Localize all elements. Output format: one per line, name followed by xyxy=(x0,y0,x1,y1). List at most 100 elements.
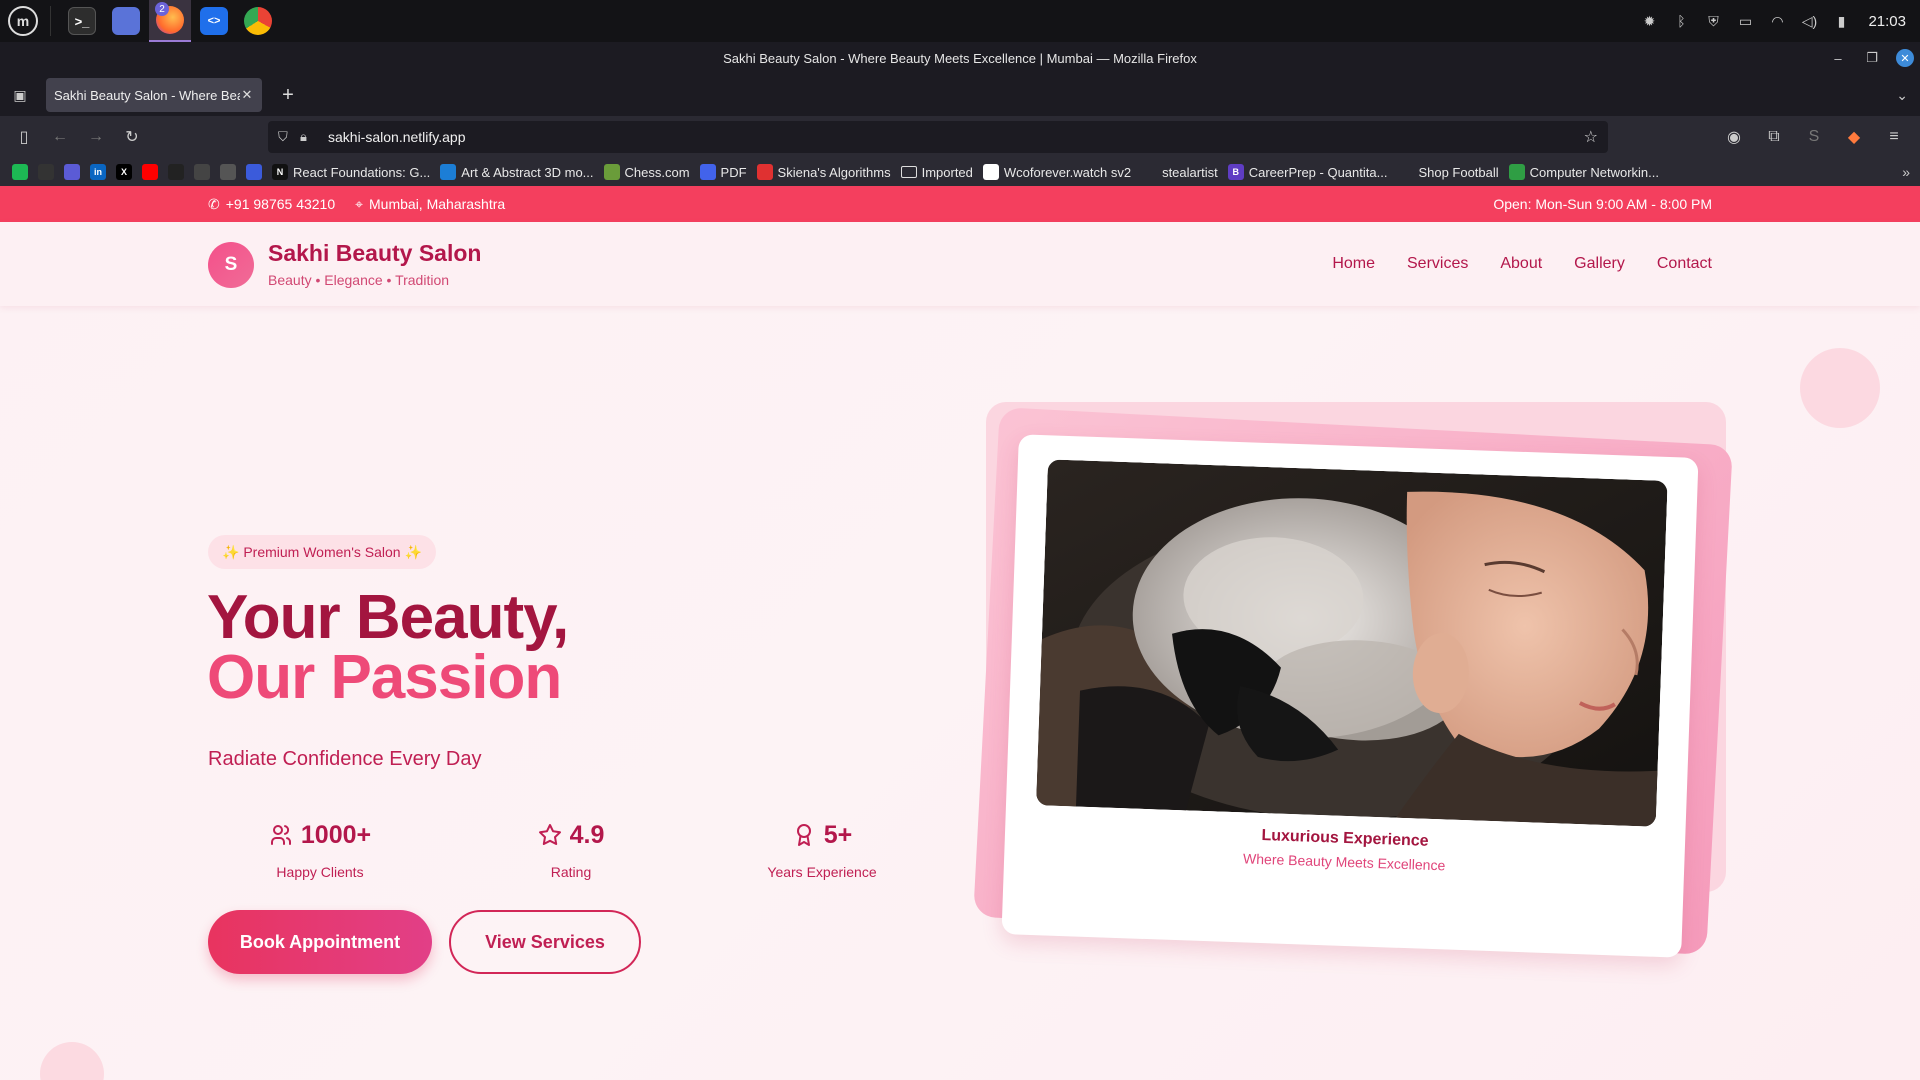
taskbar-terminal[interactable]: >_ xyxy=(61,0,103,42)
view-services-button[interactable]: View Services xyxy=(449,910,641,974)
volume-icon[interactable]: ◁) xyxy=(1800,12,1818,30)
forward-icon[interactable]: → xyxy=(78,120,114,154)
nav-services[interactable]: Services xyxy=(1407,255,1468,273)
taskbar-separator xyxy=(50,6,51,36)
stat-years-experience: 5+ Years Experience xyxy=(742,818,902,881)
url-bar[interactable]: ⛉ 🔒︎ sakhi-salon.netlify.app ☆ xyxy=(268,121,1608,153)
shield-icon[interactable]: ⛨ xyxy=(1704,12,1722,30)
bookmark-favicon-icon xyxy=(142,164,158,180)
bookmark-favicon-icon xyxy=(1508,164,1525,180)
phone-info[interactable]: ✆ +91 98765 43210 xyxy=(208,196,335,213)
back-icon[interactable]: ← xyxy=(42,120,78,154)
bookmark-item[interactable]: stealartist xyxy=(1141,164,1218,180)
phone-icon: ✆ xyxy=(208,195,220,212)
clock[interactable]: 21:03 xyxy=(1868,13,1906,30)
bookmark-favicon-icon xyxy=(982,164,999,180)
bookmark-favicon-icon xyxy=(12,164,28,180)
nav-gallery[interactable]: Gallery xyxy=(1574,255,1625,273)
bookmark-item[interactable]: Imported xyxy=(900,165,973,180)
contact-topbar: ✆ +91 98765 43210 ⌖ Mumbai, Maharashtra … xyxy=(0,186,1920,222)
account-icon[interactable]: ◉ xyxy=(1716,120,1752,154)
bookmark-favicon-icon xyxy=(440,164,457,180)
brand-name[interactable]: Sakhi Beauty Salon xyxy=(268,240,481,267)
location-info: ⌖ Mumbai, Maharashtra xyxy=(355,196,505,213)
new-tab-icon[interactable]: + xyxy=(270,77,306,113)
close-icon[interactable]: ✕ xyxy=(1896,49,1914,67)
bookmark-item[interactable]: X xyxy=(116,164,132,180)
location-text: Mumbai, Maharashtra xyxy=(369,196,506,212)
mint-logo-icon: m xyxy=(8,6,38,36)
firefox-view-icon[interactable]: ▣ xyxy=(0,74,40,116)
star-icon xyxy=(538,824,561,845)
bluetooth-icon[interactable]: ᛒ xyxy=(1672,12,1690,30)
book-appointment-button[interactable]: Book Appointment xyxy=(208,910,432,974)
lock-icon[interactable]: 🔒︎ xyxy=(300,129,322,145)
bookmark-item[interactable]: PDF xyxy=(699,164,747,180)
bookmark-item[interactable] xyxy=(194,164,210,180)
bookmark-item[interactable]: Art & Abstract 3D mo... xyxy=(440,164,594,180)
extension-fox-icon[interactable]: ◆ xyxy=(1836,120,1872,154)
bookmark-label: stealartist xyxy=(1162,164,1218,180)
brightness-icon[interactable]: ✹ xyxy=(1640,12,1658,30)
window-titlebar: Sakhi Beauty Salon - Where Beauty Meets … xyxy=(0,42,1920,74)
tab-list-chevron-icon[interactable]: ⌄ xyxy=(1896,74,1908,116)
tab-title: Sakhi Beauty Salon - Where Beauty Meets … xyxy=(54,87,240,103)
url-text[interactable]: sakhi-salon.netlify.app xyxy=(328,129,465,145)
bookmark-item[interactable]: B CareerPrep - Quantita... xyxy=(1227,164,1388,180)
window-count-badge: 2 xyxy=(155,2,169,16)
taskbar-firefox[interactable]: 2 xyxy=(149,0,191,42)
main-nav: Home Services About Gallery Contact xyxy=(1332,222,1712,306)
bookmark-favicon-icon xyxy=(194,164,210,180)
bookmark-item[interactable] xyxy=(246,164,262,180)
bookmark-favicon-icon: N xyxy=(272,164,288,180)
extensions-icon[interactable]: ⧉ xyxy=(1756,120,1792,154)
taskbar-vscode[interactable]: <> xyxy=(193,0,235,42)
bookmark-item[interactable]: Skiena's Algorithms xyxy=(756,164,891,180)
logo[interactable]: S xyxy=(208,242,254,288)
bookmark-favicon-icon: B xyxy=(1227,164,1244,180)
bookmark-item[interactable] xyxy=(142,164,158,180)
nav-about[interactable]: About xyxy=(1500,255,1542,273)
bookmark-item[interactable]: N React Foundations: G... xyxy=(272,164,430,180)
bookmark-item[interactable] xyxy=(220,164,236,180)
bookmark-item[interactable]: Shop Football xyxy=(1397,164,1499,180)
nav-contact[interactable]: Contact xyxy=(1657,255,1712,273)
maximize-icon[interactable]: ❐ xyxy=(1862,48,1882,68)
minimize-icon[interactable]: – xyxy=(1828,48,1848,68)
decorative-circle xyxy=(40,1042,104,1080)
battery-icon[interactable]: ▮ xyxy=(1832,12,1850,30)
bookmark-label: React Foundations: G... xyxy=(293,164,431,180)
bookmark-item[interactable] xyxy=(12,164,28,180)
wifi-icon[interactable]: ◠ xyxy=(1768,12,1786,30)
reload-icon[interactable]: ↻ xyxy=(114,120,150,154)
tab-bar: ▣ Sakhi Beauty Salon - Where Beauty Meet… xyxy=(0,74,1920,116)
tracking-shield-icon[interactable]: ⛉ xyxy=(278,129,300,145)
bookmarks-overflow-icon[interactable]: » xyxy=(1902,164,1910,180)
brand-tagline: Beauty • Elegance • Tradition xyxy=(268,272,450,288)
bookmark-label: CareerPrep - Quantita... xyxy=(1248,164,1388,180)
extension-s-icon[interactable]: S xyxy=(1796,120,1832,154)
bookmark-label: Shop Football xyxy=(1418,164,1499,180)
bookmark-item[interactable] xyxy=(168,164,184,180)
stat-label: Rating xyxy=(550,864,592,880)
bookmark-item[interactable] xyxy=(64,164,80,180)
premium-badge: ✨ Premium Women's Salon ✨ xyxy=(208,535,436,569)
nav-home[interactable]: Home xyxy=(1332,255,1375,273)
bookmark-item[interactable]: Wcoforever.watch sv2 xyxy=(982,164,1131,180)
bookmark-favicon-icon xyxy=(603,164,620,180)
bookmark-item[interactable] xyxy=(38,164,54,180)
sidebar-toggle-icon[interactable]: ▯ xyxy=(6,120,42,154)
bookmark-item[interactable]: in xyxy=(90,164,106,180)
bookmark-item[interactable]: Chess.com xyxy=(603,164,690,180)
os-menu-button[interactable]: m xyxy=(0,0,46,42)
tab-active[interactable]: Sakhi Beauty Salon - Where Beauty Meets … xyxy=(46,78,262,112)
folder-icon xyxy=(112,7,140,35)
bookmark-star-icon[interactable]: ☆ xyxy=(1584,127,1598,147)
tab-close-icon[interactable]: ✕ xyxy=(240,87,254,103)
menu-hamburger-icon[interactable]: ≡ xyxy=(1876,120,1912,154)
network-icon[interactable]: ▭ xyxy=(1736,12,1754,30)
terminal-icon: >_ xyxy=(68,7,96,35)
bookmark-item[interactable]: Computer Networkin... xyxy=(1508,164,1659,180)
taskbar-chrome[interactable] xyxy=(237,0,279,42)
taskbar-files[interactable] xyxy=(105,0,147,42)
